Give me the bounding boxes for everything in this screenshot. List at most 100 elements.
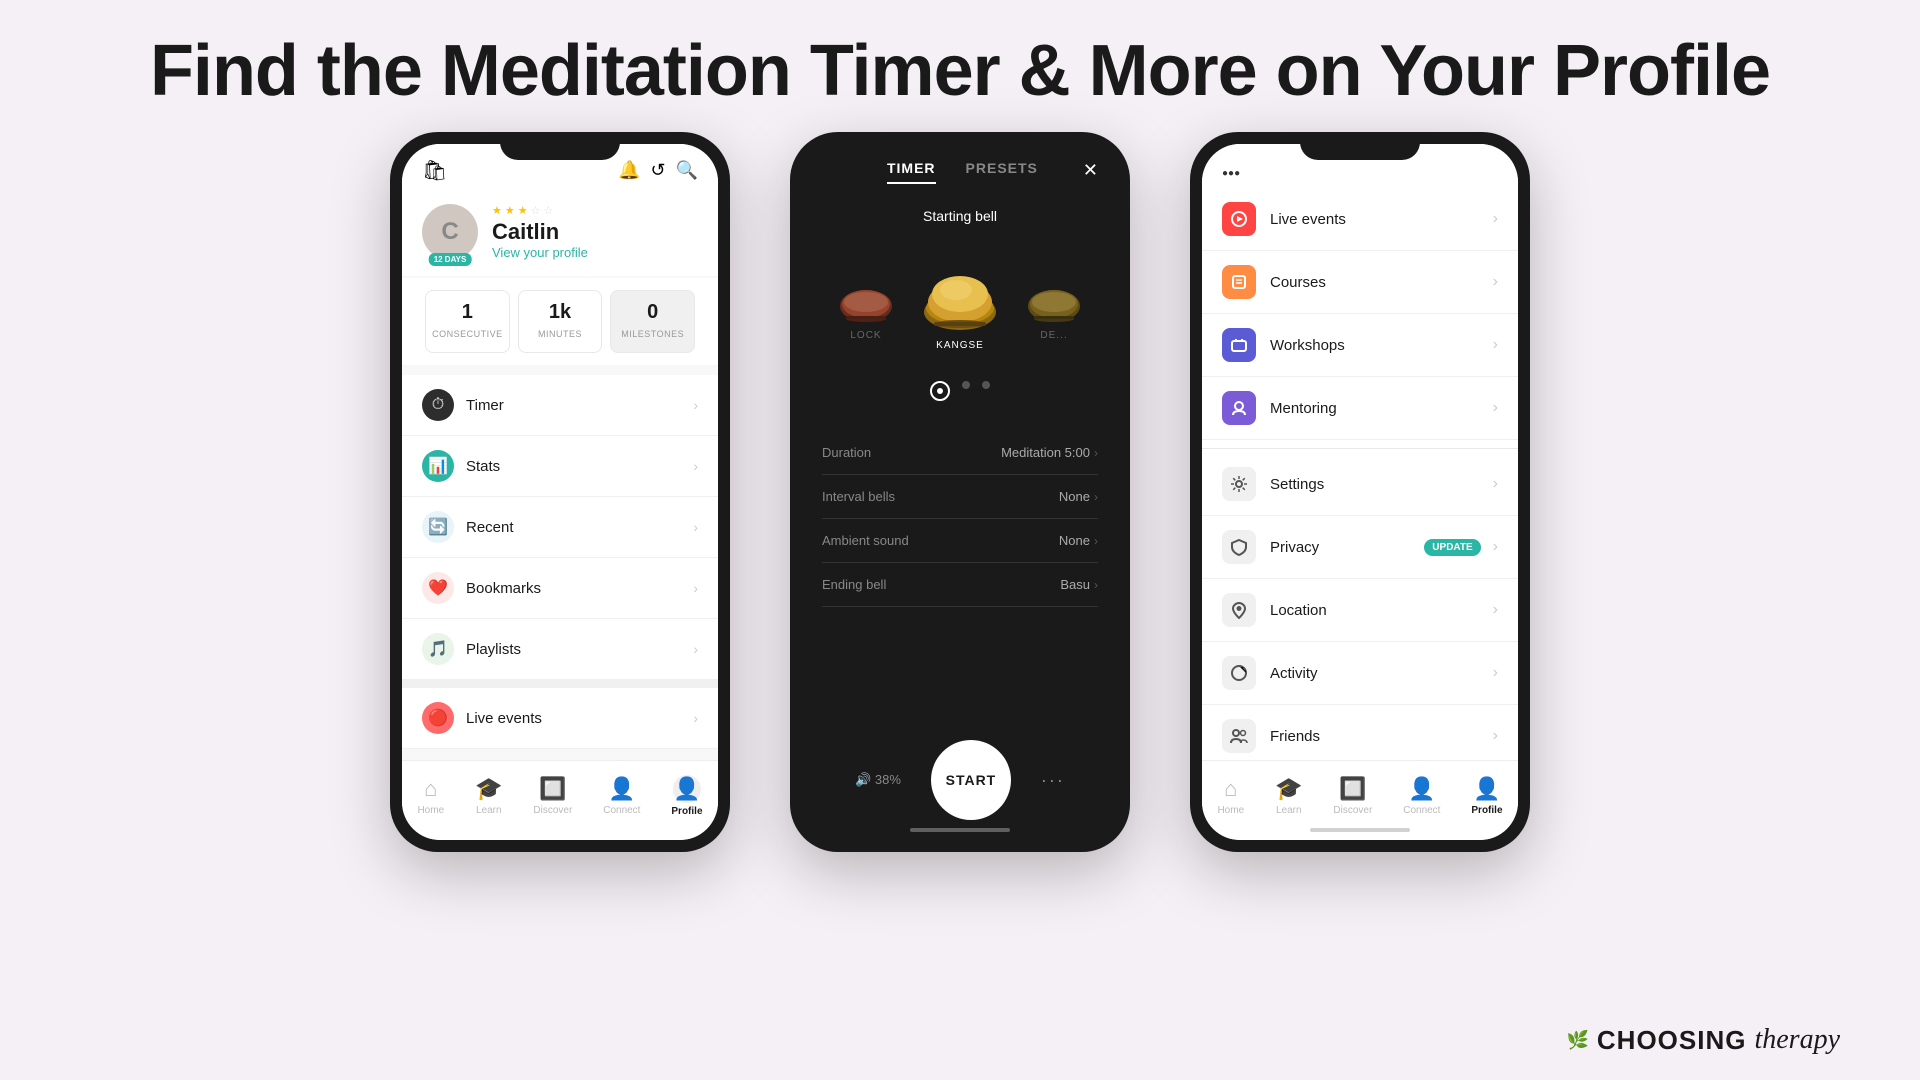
option-interval[interactable]: Interval bells None ›	[822, 475, 1098, 519]
chevron-icon: ›	[1493, 538, 1498, 556]
menu-item-playlists[interactable]: 🎵 Playlists ›	[402, 619, 718, 680]
chevron-icon: ›	[693, 580, 698, 596]
tab-presets[interactable]: PRESETS	[966, 160, 1038, 184]
nav-learn[interactable]: 🎓 Learn	[1275, 776, 1302, 816]
chevron-icon: ›	[1493, 210, 1498, 228]
nav-discover[interactable]: 🔲 Discover	[533, 776, 572, 816]
bag-icon[interactable]: 🛍	[422, 158, 447, 183]
dot-3[interactable]	[982, 381, 990, 389]
profile-icon: 👤	[673, 775, 701, 803]
bowl-label-de: DE...	[1040, 330, 1067, 341]
location-icon	[1222, 593, 1256, 627]
phone-1-notch	[500, 132, 620, 160]
brand-choosing: CHOOSING	[1597, 1025, 1747, 1056]
bowl-label-kangse: KANGSE	[936, 340, 984, 351]
nav-profile-active[interactable]: 👤 Profile	[1471, 776, 1502, 816]
stats-icon: 📊	[422, 450, 454, 482]
bowl-lock[interactable]: LOCK	[827, 264, 906, 351]
nav-home[interactable]: ⌂ Home	[417, 776, 444, 816]
chevron-icon: ›	[1493, 475, 1498, 493]
stat-milestones: 0 MILESTONES	[610, 290, 695, 353]
chevron-icon: ›	[1094, 490, 1098, 504]
menu-mentoring[interactable]: Mentoring ›	[1202, 377, 1518, 440]
close-icon[interactable]: ✕	[1083, 160, 1098, 181]
option-duration[interactable]: Duration Meditation 5:00 ›	[822, 431, 1098, 475]
menu-friends[interactable]: Friends ›	[1202, 705, 1518, 768]
dot-2[interactable]	[962, 381, 970, 389]
stat-consecutive: 1 CONSECUTIVE	[425, 290, 510, 353]
chevron-icon: ›	[1094, 578, 1098, 592]
menu-live-events[interactable]: Live events ›	[1202, 188, 1518, 251]
chevron-icon: ›	[1493, 664, 1498, 682]
menu-privacy[interactable]: Privacy UPDATE ›	[1202, 516, 1518, 579]
chevron-icon: ›	[1493, 399, 1498, 417]
phone-2-screen: TIMER PRESETS ✕ Starting bell	[802, 144, 1118, 840]
phone-3: ●●● Live events ›	[1190, 132, 1530, 852]
phone3-section-1: Live events › Courses ›	[1202, 188, 1518, 440]
nav-connect[interactable]: 👤 Connect	[603, 776, 640, 816]
brand-logo: 🌿	[1566, 1030, 1588, 1051]
phone-1: 🛍 🔔 ↺ 🔍 C 12 DAYS ★★★ ☆☆	[390, 132, 730, 852]
days-badge: 12 DAYS	[429, 253, 472, 266]
profile-icon: 👤	[1473, 776, 1500, 802]
chevron-icon: ›	[1493, 727, 1498, 745]
chevron-icon: ›	[693, 641, 698, 657]
menu-item-timer[interactable]: ⏱ Timer ›	[402, 375, 718, 436]
start-button[interactable]: START	[931, 740, 1011, 820]
discover-icon: 🔲	[1339, 776, 1366, 802]
menu-courses[interactable]: Courses ›	[1202, 251, 1518, 314]
bowl-de[interactable]: DE...	[1015, 264, 1094, 351]
phones-container: 🛍 🔔 ↺ 🔍 C 12 DAYS ★★★ ☆☆	[0, 132, 1920, 852]
nav-home[interactable]: ⌂ Home	[1217, 776, 1244, 816]
bowl-kangse[interactable]: KANGSE	[906, 254, 1015, 361]
profile-info: ★★★ ☆☆ Caitlin View your profile	[492, 204, 588, 260]
chevron-icon: ›	[693, 519, 698, 535]
learn-icon: 🎓	[475, 776, 502, 802]
tab-timer[interactable]: TIMER	[887, 160, 936, 184]
update-badge: UPDATE	[1424, 539, 1480, 556]
user-name: Caitlin	[492, 219, 588, 245]
brand-therapy: therapy	[1754, 1024, 1840, 1056]
phone-3-notch	[1300, 132, 1420, 160]
option-ending-bell[interactable]: Ending bell Basu ›	[822, 563, 1098, 607]
option-ambient[interactable]: Ambient sound None ›	[822, 519, 1098, 563]
timer-controls: 🔊 38% START ···	[802, 740, 1118, 820]
home-icon: ⌂	[424, 776, 437, 802]
history-icon[interactable]: ↺	[650, 160, 665, 181]
volume-label: 🔊 38%	[855, 772, 901, 788]
dot-1[interactable]	[930, 381, 950, 401]
friends-icon	[1222, 719, 1256, 753]
view-profile-link[interactable]: View your profile	[492, 245, 588, 260]
privacy-icon	[1222, 530, 1256, 564]
menu-settings[interactable]: Settings ›	[1202, 453, 1518, 516]
menu-item-live[interactable]: 🔴 Live events ›	[402, 688, 718, 749]
timer-options: Duration Meditation 5:00 › Interval bell…	[802, 421, 1118, 617]
search-icon[interactable]: 🔍	[676, 160, 698, 181]
bell-icon[interactable]: 🔔	[618, 160, 640, 181]
phone1-bottom-nav: ⌂ Home 🎓 Learn 🔲 Discover 👤 Connect 👤	[402, 760, 718, 840]
home-indicator	[910, 828, 1010, 832]
menu-item-bookmarks[interactable]: ❤️ Bookmarks ›	[402, 558, 718, 619]
live-icon: 🔴	[422, 702, 454, 734]
activity-icon	[1222, 656, 1256, 690]
connect-icon: 👤	[608, 776, 635, 802]
menu-activity[interactable]: Activity ›	[1202, 642, 1518, 705]
menu-item-stats[interactable]: 📊 Stats ›	[402, 436, 718, 497]
stat-minutes: 1k MINUTES	[518, 290, 603, 353]
menu-workshops[interactable]: Workshops ›	[1202, 314, 1518, 377]
stats-row: 1 CONSECUTIVE 1k MINUTES 0 MILESTONES	[402, 278, 718, 365]
section-divider	[1202, 448, 1518, 449]
chevron-icon: ›	[1094, 534, 1098, 548]
settings-icon	[1222, 467, 1256, 501]
nav-connect[interactable]: 👤 Connect	[1403, 776, 1440, 816]
menu-item-recent[interactable]: 🔄 Recent ›	[402, 497, 718, 558]
menu-location[interactable]: Location ›	[1202, 579, 1518, 642]
chevron-icon: ›	[1493, 336, 1498, 354]
nav-profile[interactable]: 👤 Profile	[671, 775, 702, 817]
home-indicator	[1310, 828, 1410, 832]
bowl-label-lock: LOCK	[850, 330, 881, 341]
more-options-icon[interactable]: ···	[1041, 770, 1065, 791]
nav-discover[interactable]: 🔲 Discover	[1333, 776, 1372, 816]
phone1-menu-list: ⏱ Timer › 📊 Stats › 🔄 Recent	[402, 375, 718, 749]
nav-learn[interactable]: 🎓 Learn	[475, 776, 502, 816]
